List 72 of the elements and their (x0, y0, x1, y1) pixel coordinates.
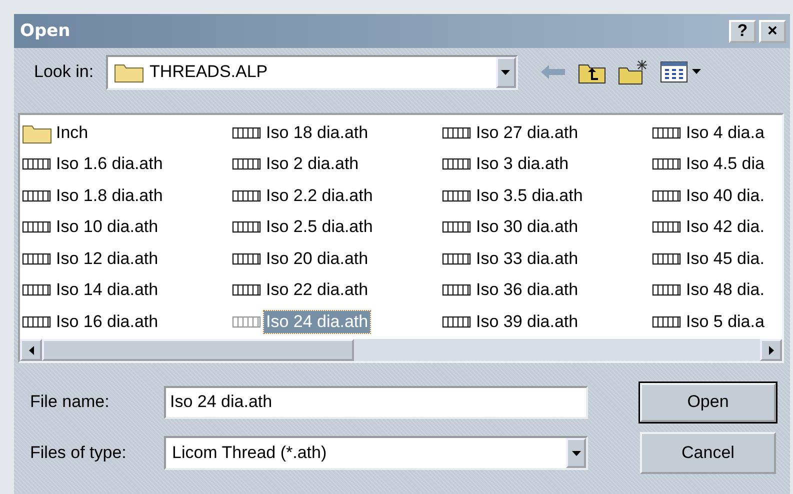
thread-file-icon (652, 157, 682, 172)
file-name-field[interactable]: Iso 24 dia.ath (164, 386, 588, 418)
folder-item[interactable]: Inch (54, 122, 90, 144)
thread-file-icon (232, 126, 262, 140)
thread-file-icon (22, 252, 52, 266)
thread-file-icon (442, 220, 472, 234)
file-item[interactable]: Iso 42 dia. (684, 216, 766, 238)
new-folder-icon[interactable] (618, 59, 648, 85)
thread-file-icon (652, 188, 682, 203)
thread-file-icon (22, 188, 52, 203)
file-item[interactable]: Iso 3.5 dia.ath (474, 184, 585, 207)
file-item[interactable]: Iso 2.5 dia.ath (264, 216, 375, 238)
close-button[interactable]: × (759, 20, 786, 42)
thread-file-icon (652, 314, 682, 329)
file-name-label: File name: (30, 392, 110, 412)
file-item[interactable]: Iso 16 dia.ath (54, 310, 160, 333)
file-item[interactable]: Iso 20 dia.ath (264, 248, 370, 270)
thread-file-icon (22, 283, 52, 298)
file-item[interactable]: Iso 18 dia.ath (264, 122, 370, 144)
thread-file-icon (652, 220, 682, 234)
file-item[interactable]: Iso 5 dia.a (684, 310, 766, 333)
file-item[interactable]: Iso 3 dia.ath (474, 153, 571, 176)
file-type-dropdown[interactable]: Licom Thread (*.ath) (164, 436, 588, 470)
file-item[interactable]: Iso 40 dia. (684, 184, 766, 207)
thread-file-icon (232, 252, 262, 266)
open-button[interactable]: Open (640, 382, 776, 422)
thread-file-icon (232, 157, 262, 172)
view-menu-icon[interactable] (660, 61, 704, 83)
thread-file-icon (232, 314, 262, 329)
file-item[interactable]: Iso 27 dia.ath (474, 122, 580, 144)
file-item[interactable]: Iso 22 dia.ath (264, 279, 370, 302)
dropdown-arrow-icon (501, 70, 510, 74)
thread-file-icon (22, 157, 52, 172)
thread-file-icon (442, 188, 472, 203)
file-item[interactable]: Iso 30 dia.ath (474, 216, 580, 238)
file-item[interactable]: Iso 33 dia.ath (474, 248, 580, 270)
help-button[interactable]: ? (729, 20, 756, 42)
thread-file-icon (652, 283, 682, 298)
scroll-left-icon[interactable] (28, 346, 34, 354)
file-item[interactable]: Iso 48 dia. (684, 279, 766, 302)
thread-file-icon (442, 252, 472, 266)
thread-file-icon (652, 126, 682, 140)
file-item[interactable]: Iso 4.5 dia (684, 153, 766, 176)
thread-file-icon (232, 188, 262, 203)
file-item[interactable]: Iso 1.6 dia.ath (54, 153, 165, 176)
thread-file-icon (22, 314, 52, 329)
file-item[interactable]: Iso 12 dia.ath (54, 248, 160, 270)
file-type-label: Files of type: (30, 443, 128, 463)
thread-file-icon (442, 157, 472, 172)
thread-file-icon (442, 283, 472, 298)
scroll-right-icon[interactable] (768, 346, 774, 354)
thread-file-icon (232, 220, 262, 234)
file-item[interactable]: Iso 14 dia.ath (54, 279, 160, 302)
dropdown-arrow-icon (572, 450, 580, 456)
file-item[interactable]: Iso 1.8 dia.ath (54, 184, 165, 207)
file-item[interactable]: Iso 36 dia.ath (474, 279, 580, 302)
file-item[interactable]: Iso 39 dia.ath (474, 310, 580, 333)
thread-file-icon (442, 126, 472, 140)
look-in-label: Look in: (34, 62, 94, 82)
file-item[interactable]: Iso 10 dia.ath (54, 216, 160, 238)
horizontal-scrollbar[interactable] (20, 339, 782, 361)
thread-file-icon (652, 252, 682, 266)
window-title: Open (20, 21, 72, 41)
file-item[interactable]: Iso 2 dia.ath (264, 153, 361, 176)
file-item[interactable]: Iso 2.2 dia.ath (264, 184, 375, 207)
file-item[interactable]: Iso 45 dia. (684, 248, 766, 270)
thread-file-icon (442, 314, 472, 329)
cancel-button[interactable]: Cancel (640, 432, 776, 474)
file-item[interactable]: Iso 4 dia.a (684, 122, 766, 144)
thread-file-icon (22, 220, 52, 234)
thread-file-icon (232, 283, 262, 298)
look-in-dropdown[interactable]: THREADS.ALP (106, 54, 518, 90)
